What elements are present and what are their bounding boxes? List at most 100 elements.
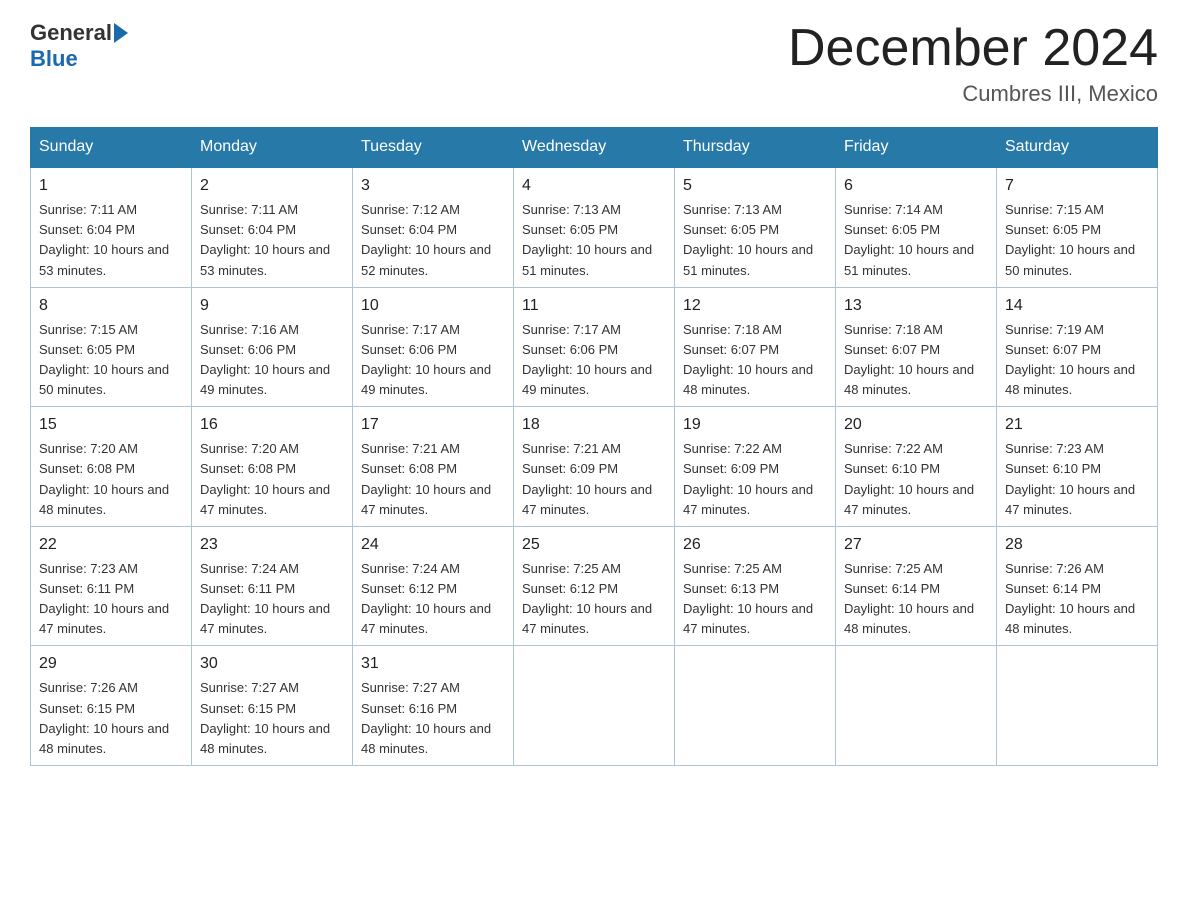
day-number: 27 [844,533,988,557]
calendar-day-cell [675,646,836,766]
calendar-day-cell: 3Sunrise: 7:12 AMSunset: 6:04 PMDaylight… [353,167,514,287]
calendar-day-cell [514,646,675,766]
day-info: Sunrise: 7:24 AMSunset: 6:11 PMDaylight:… [200,559,344,640]
calendar-day-cell: 24Sunrise: 7:24 AMSunset: 6:12 PMDayligh… [353,526,514,646]
calendar-day-cell: 25Sunrise: 7:25 AMSunset: 6:12 PMDayligh… [514,526,675,646]
day-number: 1 [39,174,183,198]
calendar-day-cell: 29Sunrise: 7:26 AMSunset: 6:15 PMDayligh… [31,646,192,766]
day-info: Sunrise: 7:20 AMSunset: 6:08 PMDaylight:… [200,439,344,520]
day-number: 2 [200,174,344,198]
day-info: Sunrise: 7:15 AMSunset: 6:05 PMDaylight:… [39,320,183,401]
calendar-day-cell: 13Sunrise: 7:18 AMSunset: 6:07 PMDayligh… [836,287,997,407]
day-info: Sunrise: 7:23 AMSunset: 6:11 PMDaylight:… [39,559,183,640]
calendar-day-cell [997,646,1158,766]
calendar-day-cell: 19Sunrise: 7:22 AMSunset: 6:09 PMDayligh… [675,407,836,527]
day-number: 3 [361,174,505,198]
header-wednesday: Wednesday [514,128,675,168]
header-saturday: Saturday [997,128,1158,168]
logo-general-text: General [30,20,112,46]
day-info: Sunrise: 7:26 AMSunset: 6:15 PMDaylight:… [39,678,183,759]
calendar-day-cell: 10Sunrise: 7:17 AMSunset: 6:06 PMDayligh… [353,287,514,407]
header-thursday: Thursday [675,128,836,168]
day-info: Sunrise: 7:11 AMSunset: 6:04 PMDaylight:… [200,200,344,281]
day-info: Sunrise: 7:17 AMSunset: 6:06 PMDaylight:… [522,320,666,401]
logo-blue-text: Blue [30,46,78,71]
calendar-day-cell: 22Sunrise: 7:23 AMSunset: 6:11 PMDayligh… [31,526,192,646]
day-info: Sunrise: 7:20 AMSunset: 6:08 PMDaylight:… [39,439,183,520]
day-info: Sunrise: 7:18 AMSunset: 6:07 PMDaylight:… [844,320,988,401]
day-number: 8 [39,294,183,318]
day-number: 18 [522,413,666,437]
calendar-week-row: 1Sunrise: 7:11 AMSunset: 6:04 PMDaylight… [31,167,1158,287]
calendar-table: SundayMondayTuesdayWednesdayThursdayFrid… [30,127,1158,766]
day-number: 10 [361,294,505,318]
day-number: 13 [844,294,988,318]
day-number: 6 [844,174,988,198]
day-info: Sunrise: 7:21 AMSunset: 6:08 PMDaylight:… [361,439,505,520]
day-number: 14 [1005,294,1149,318]
day-number: 23 [200,533,344,557]
page-header: General Blue December 2024 Cumbres III, … [30,20,1158,107]
day-info: Sunrise: 7:27 AMSunset: 6:15 PMDaylight:… [200,678,344,759]
day-number: 25 [522,533,666,557]
day-number: 11 [522,294,666,318]
day-number: 26 [683,533,827,557]
day-number: 9 [200,294,344,318]
calendar-day-cell [836,646,997,766]
calendar-day-cell: 2Sunrise: 7:11 AMSunset: 6:04 PMDaylight… [192,167,353,287]
header-monday: Monday [192,128,353,168]
location-title: Cumbres III, Mexico [788,81,1158,107]
calendar-week-row: 22Sunrise: 7:23 AMSunset: 6:11 PMDayligh… [31,526,1158,646]
calendar-day-cell: 26Sunrise: 7:25 AMSunset: 6:13 PMDayligh… [675,526,836,646]
day-number: 17 [361,413,505,437]
calendar-day-cell: 1Sunrise: 7:11 AMSunset: 6:04 PMDaylight… [31,167,192,287]
header-tuesday: Tuesday [353,128,514,168]
day-info: Sunrise: 7:27 AMSunset: 6:16 PMDaylight:… [361,678,505,759]
title-area: December 2024 Cumbres III, Mexico [788,20,1158,107]
day-number: 7 [1005,174,1149,198]
day-info: Sunrise: 7:11 AMSunset: 6:04 PMDaylight:… [39,200,183,281]
day-info: Sunrise: 7:17 AMSunset: 6:06 PMDaylight:… [361,320,505,401]
calendar-week-row: 8Sunrise: 7:15 AMSunset: 6:05 PMDaylight… [31,287,1158,407]
day-info: Sunrise: 7:23 AMSunset: 6:10 PMDaylight:… [1005,439,1149,520]
day-number: 19 [683,413,827,437]
day-info: Sunrise: 7:24 AMSunset: 6:12 PMDaylight:… [361,559,505,640]
day-number: 22 [39,533,183,557]
day-number: 21 [1005,413,1149,437]
calendar-day-cell: 23Sunrise: 7:24 AMSunset: 6:11 PMDayligh… [192,526,353,646]
calendar-day-cell: 18Sunrise: 7:21 AMSunset: 6:09 PMDayligh… [514,407,675,527]
day-info: Sunrise: 7:26 AMSunset: 6:14 PMDaylight:… [1005,559,1149,640]
day-number: 12 [683,294,827,318]
day-info: Sunrise: 7:25 AMSunset: 6:12 PMDaylight:… [522,559,666,640]
calendar-day-cell: 28Sunrise: 7:26 AMSunset: 6:14 PMDayligh… [997,526,1158,646]
day-info: Sunrise: 7:21 AMSunset: 6:09 PMDaylight:… [522,439,666,520]
day-number: 29 [39,652,183,676]
calendar-day-cell: 27Sunrise: 7:25 AMSunset: 6:14 PMDayligh… [836,526,997,646]
day-info: Sunrise: 7:25 AMSunset: 6:14 PMDaylight:… [844,559,988,640]
calendar-day-cell: 6Sunrise: 7:14 AMSunset: 6:05 PMDaylight… [836,167,997,287]
day-info: Sunrise: 7:12 AMSunset: 6:04 PMDaylight:… [361,200,505,281]
day-number: 20 [844,413,988,437]
day-info: Sunrise: 7:22 AMSunset: 6:09 PMDaylight:… [683,439,827,520]
calendar-week-row: 15Sunrise: 7:20 AMSunset: 6:08 PMDayligh… [31,407,1158,527]
day-info: Sunrise: 7:15 AMSunset: 6:05 PMDaylight:… [1005,200,1149,281]
day-info: Sunrise: 7:19 AMSunset: 6:07 PMDaylight:… [1005,320,1149,401]
day-info: Sunrise: 7:13 AMSunset: 6:05 PMDaylight:… [683,200,827,281]
calendar-day-cell: 16Sunrise: 7:20 AMSunset: 6:08 PMDayligh… [192,407,353,527]
header-friday: Friday [836,128,997,168]
calendar-day-cell: 20Sunrise: 7:22 AMSunset: 6:10 PMDayligh… [836,407,997,527]
day-number: 28 [1005,533,1149,557]
calendar-day-cell: 21Sunrise: 7:23 AMSunset: 6:10 PMDayligh… [997,407,1158,527]
day-number: 24 [361,533,505,557]
logo: General Blue [30,20,128,72]
day-info: Sunrise: 7:16 AMSunset: 6:06 PMDaylight:… [200,320,344,401]
calendar-day-cell: 8Sunrise: 7:15 AMSunset: 6:05 PMDaylight… [31,287,192,407]
day-info: Sunrise: 7:13 AMSunset: 6:05 PMDaylight:… [522,200,666,281]
day-number: 4 [522,174,666,198]
day-info: Sunrise: 7:22 AMSunset: 6:10 PMDaylight:… [844,439,988,520]
day-info: Sunrise: 7:25 AMSunset: 6:13 PMDaylight:… [683,559,827,640]
day-info: Sunrise: 7:14 AMSunset: 6:05 PMDaylight:… [844,200,988,281]
header-sunday: Sunday [31,128,192,168]
calendar-day-cell: 4Sunrise: 7:13 AMSunset: 6:05 PMDaylight… [514,167,675,287]
calendar-day-cell: 9Sunrise: 7:16 AMSunset: 6:06 PMDaylight… [192,287,353,407]
